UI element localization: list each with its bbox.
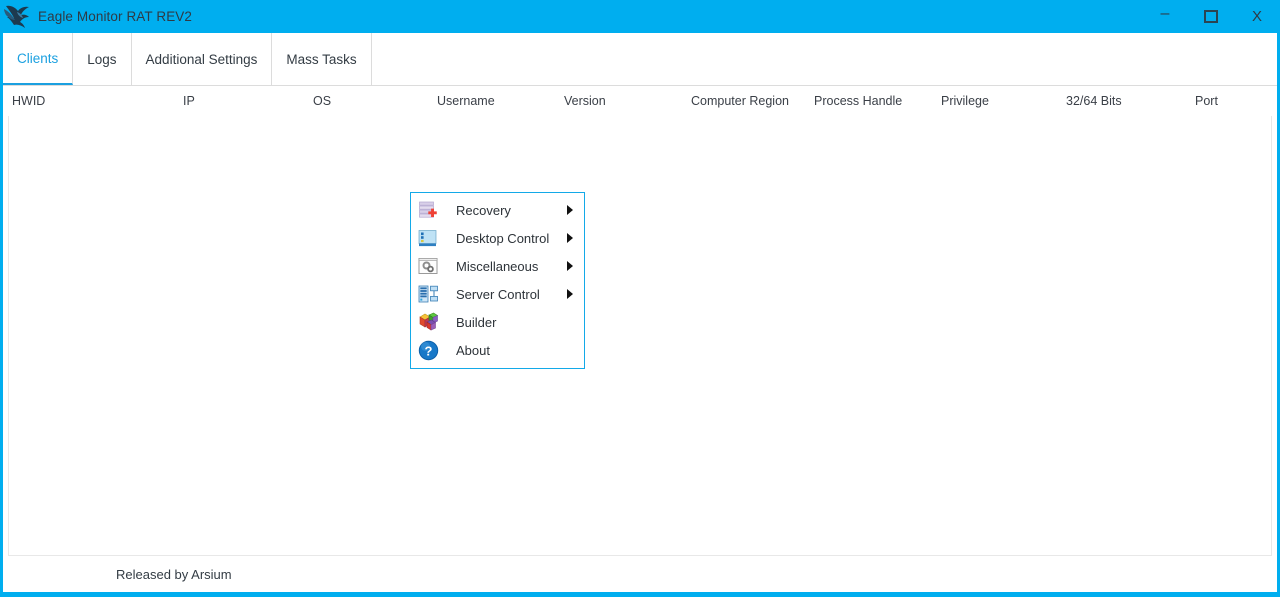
context-menu: Recovery Desktop Control Miscellaneous S…: [410, 192, 585, 369]
window-body: Clients Logs Additional Settings Mass Ta…: [0, 33, 1280, 597]
tab-mass-tasks[interactable]: Mass Tasks: [272, 33, 372, 85]
tab-mass-tasks-label: Mass Tasks: [286, 51, 357, 67]
column-header-os[interactable]: OS: [313, 86, 331, 116]
tab-strip-filler: [372, 33, 1277, 85]
tab-logs[interactable]: Logs: [73, 33, 132, 85]
submenu-arrow-icon: [567, 261, 573, 271]
column-header-ip[interactable]: IP: [183, 86, 195, 116]
builder-icon: [419, 312, 439, 331]
menu-item-desktop-control-label: Desktop Control: [456, 230, 550, 246]
title-bar: Eagle Monitor RAT REV2 – X: [0, 0, 1280, 33]
column-header-username[interactable]: Username: [437, 86, 495, 116]
clients-grid-body[interactable]: [8, 116, 1272, 556]
tab-clients[interactable]: Clients: [3, 33, 74, 85]
menu-item-builder-label: Builder: [456, 314, 497, 330]
column-header-process-handle[interactable]: Process Handle: [814, 86, 902, 116]
grid-column-headers: HWID IP OS Username Version Computer Reg…: [3, 86, 1277, 116]
recovery-icon: [419, 201, 437, 218]
menu-item-miscellaneous-label: Miscellaneous: [456, 258, 539, 274]
server-control-icon: [418, 285, 438, 302]
desktop-control-icon: [418, 229, 437, 246]
menu-item-desktop-control[interactable]: Desktop Control: [411, 224, 584, 252]
column-header-hwid[interactable]: HWID: [12, 86, 45, 116]
submenu-arrow-icon: [567, 289, 573, 299]
status-bar-text: Released by Arsium: [116, 566, 232, 582]
close-button[interactable]: X: [1234, 0, 1280, 33]
minimize-button[interactable]: –: [1142, 0, 1188, 36]
menu-item-recovery[interactable]: Recovery: [411, 196, 584, 224]
menu-item-server-control[interactable]: Server Control: [411, 280, 584, 308]
about-icon: ?: [418, 340, 439, 360]
column-header-port[interactable]: Port: [1195, 86, 1218, 116]
application-window: Eagle Monitor RAT REV2 – X Clients Logs …: [0, 0, 1280, 597]
submenu-arrow-icon: [567, 205, 573, 215]
tab-clients-label: Clients: [17, 50, 59, 66]
submenu-arrow-icon: [567, 233, 573, 243]
menu-item-builder[interactable]: Builder: [411, 308, 584, 336]
tab-additional-settings[interactable]: Additional Settings: [131, 33, 273, 85]
miscellaneous-icon: [418, 257, 438, 274]
column-header-version[interactable]: Version: [564, 86, 606, 116]
tab-additional-settings-label: Additional Settings: [145, 51, 258, 67]
menu-item-recovery-label: Recovery: [456, 202, 511, 218]
tab-logs-label: Logs: [87, 51, 117, 67]
maximize-icon: [1204, 10, 1218, 23]
menu-item-about[interactable]: ? About: [411, 336, 584, 364]
column-header-bits[interactable]: 32/64 Bits: [1066, 86, 1122, 116]
menu-item-miscellaneous[interactable]: Miscellaneous: [411, 252, 584, 280]
window-title: Eagle Monitor RAT REV2: [38, 9, 193, 24]
status-bar: Released by Arsium: [3, 556, 1277, 592]
column-header-privilege[interactable]: Privilege: [941, 86, 989, 116]
column-header-computer-region[interactable]: Computer Region: [691, 86, 789, 116]
eagle-logo-icon: [4, 5, 29, 28]
svg-text:?: ?: [425, 343, 433, 358]
maximize-button[interactable]: [1188, 0, 1234, 33]
menu-item-about-label: About: [456, 342, 490, 358]
menu-item-server-control-label: Server Control: [456, 286, 540, 302]
tab-strip: Clients Logs Additional Settings Mass Ta…: [3, 33, 1277, 86]
